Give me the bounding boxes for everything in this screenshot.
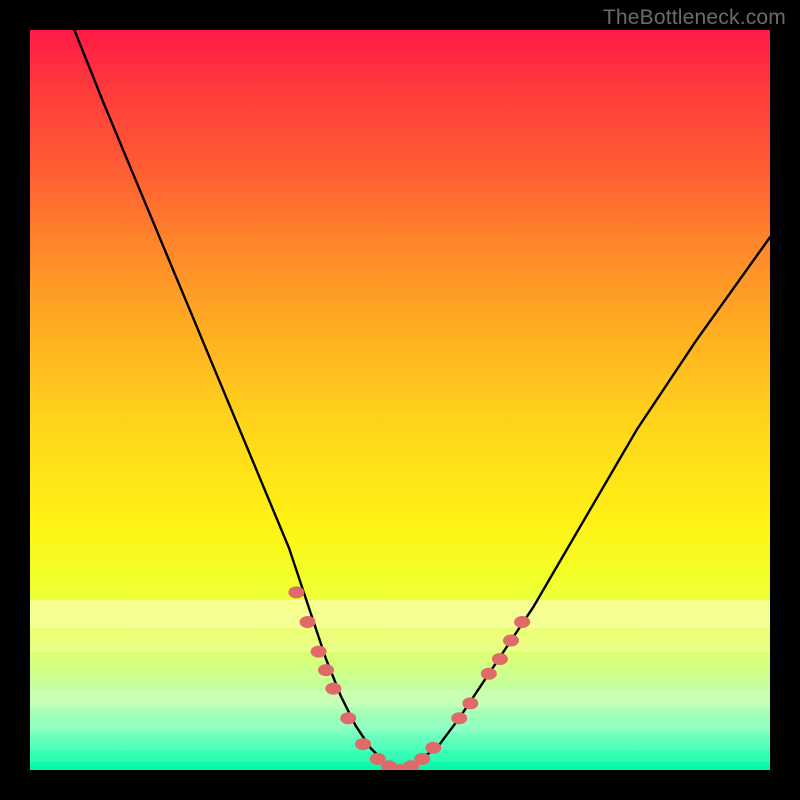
marker-dot bbox=[340, 712, 356, 724]
marker-dot bbox=[370, 753, 386, 765]
gradient-band bbox=[30, 754, 770, 762]
gradient-band bbox=[30, 628, 770, 652]
gradient-band bbox=[30, 740, 770, 750]
bottleneck-curve bbox=[74, 30, 770, 770]
gradient-band bbox=[30, 600, 770, 628]
gradient-band bbox=[30, 690, 770, 708]
marker-dot bbox=[311, 646, 327, 658]
marker-dot bbox=[514, 616, 530, 628]
watermark-text: TheBottleneck.com bbox=[603, 6, 786, 30]
marker-dot bbox=[288, 586, 304, 598]
marker-dot bbox=[414, 753, 430, 765]
marker-dot bbox=[318, 664, 334, 676]
marker-group bbox=[288, 586, 530, 770]
plot-area bbox=[30, 30, 770, 770]
marker-dot bbox=[481, 668, 497, 680]
marker-dot bbox=[462, 697, 478, 709]
gradient-band bbox=[30, 720, 770, 732]
marker-dot bbox=[392, 764, 408, 770]
chart-frame: TheBottleneck.com bbox=[0, 0, 800, 800]
marker-dot bbox=[451, 712, 467, 724]
marker-dot bbox=[503, 635, 519, 647]
marker-dot bbox=[325, 683, 341, 695]
marker-dot bbox=[381, 760, 397, 770]
marker-dot bbox=[355, 738, 371, 750]
curve-layer bbox=[30, 30, 770, 770]
marker-dot bbox=[403, 760, 419, 770]
marker-dot bbox=[300, 616, 316, 628]
marker-dot bbox=[492, 653, 508, 665]
marker-dot bbox=[425, 742, 441, 754]
